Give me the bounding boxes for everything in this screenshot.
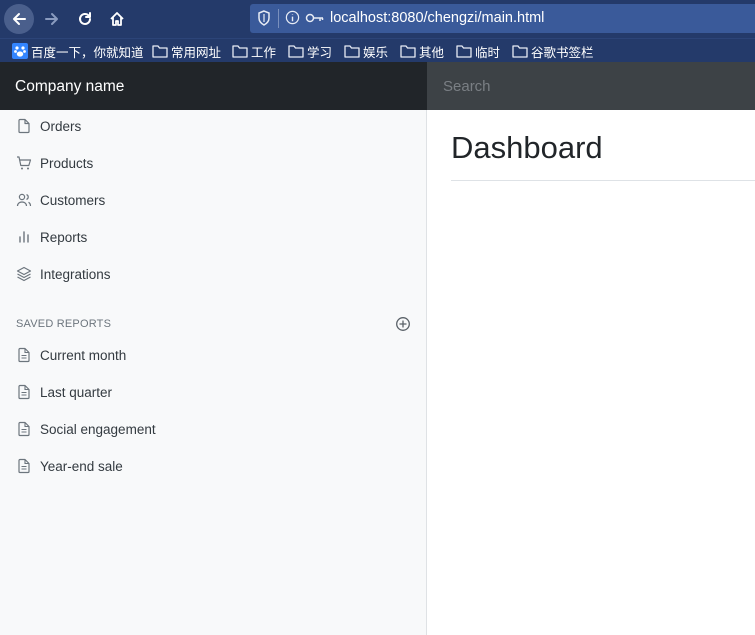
address-separator (278, 9, 279, 28)
sidebar-item-products[interactable]: Products (0, 149, 427, 177)
saved-report-last-quarter[interactable]: Last quarter (0, 378, 427, 406)
info-icon[interactable] (285, 10, 300, 25)
sidebar-item-label: Customers (40, 192, 106, 208)
sidebar-item-reports[interactable]: Reports (0, 223, 427, 251)
bar-chart-icon (16, 229, 32, 245)
forward-button[interactable] (37, 4, 67, 34)
bookmark-label: 娱乐 (363, 45, 389, 60)
bookmark-folder-entertainment[interactable]: 娱乐 (344, 42, 388, 60)
file-text-icon (16, 458, 32, 474)
saved-report-social-engagement[interactable]: Social engagement (0, 415, 427, 443)
sidebar-item-label: Reports (40, 229, 88, 245)
page-title: Dashboard (451, 130, 603, 165)
bookmark-folder-work[interactable]: 工作 (232, 42, 276, 60)
baidu-paw-icon (12, 43, 28, 59)
reload-icon (79, 12, 91, 25)
title-divider (451, 180, 755, 181)
back-button[interactable] (4, 4, 34, 34)
bookmark-label: 临时 (475, 45, 501, 60)
url-text[interactable]: localhost:8080/chengzi/main.html (330, 10, 544, 26)
saved-reports-heading: SAVED REPORTS (16, 318, 112, 330)
bookmark-folder-other[interactable]: 其他 (400, 42, 444, 60)
bookmark-label: 常用网址 (171, 45, 222, 60)
folder-icon (152, 45, 168, 58)
folder-icon (232, 45, 248, 58)
brand-name[interactable]: Company name (0, 62, 427, 110)
bookmark-folder-study[interactable]: 学习 (288, 42, 332, 60)
arrow-right-icon (45, 13, 58, 25)
sidebar-item-label: Integrations (40, 266, 111, 282)
arrow-left-icon (13, 13, 26, 25)
reload-button[interactable] (70, 4, 100, 34)
plus-circle-icon[interactable] (395, 316, 411, 332)
key-icon[interactable] (305, 11, 325, 25)
saved-report-label: Year-end sale (40, 458, 123, 474)
browser-toolbar: localhost:8080/chengzi/main.html (0, 0, 755, 38)
saved-report-year-end-sale[interactable]: Year-end sale (0, 452, 427, 480)
file-icon (16, 118, 32, 134)
shopping-cart-icon (16, 155, 32, 171)
folder-icon (456, 45, 472, 58)
search-input[interactable] (427, 62, 755, 110)
address-bar[interactable]: localhost:8080/chengzi/main.html (250, 4, 755, 33)
bookmark-folder-temp[interactable]: 临时 (456, 42, 500, 60)
folder-icon (344, 45, 360, 58)
sidebar-item-customers[interactable]: Customers (0, 186, 427, 214)
users-icon (16, 192, 32, 208)
file-text-icon (16, 347, 32, 363)
saved-report-label: Social engagement (40, 421, 156, 437)
saved-report-current-month[interactable]: Current month (0, 341, 427, 369)
home-icon (110, 12, 124, 26)
home-button[interactable] (102, 4, 132, 34)
bookmark-label: 学习 (307, 45, 333, 60)
sidebar-item-label: Orders (40, 118, 82, 134)
bookmark-label: 谷歌书签栏 (531, 45, 594, 60)
app-navbar: Company name (0, 62, 755, 110)
sidebar-item-orders[interactable]: Orders (0, 112, 427, 140)
file-text-icon (16, 421, 32, 437)
sidebar-item-label: Products (40, 155, 94, 171)
sidebar-item-integrations[interactable]: Integrations (0, 260, 427, 288)
folder-icon (512, 45, 528, 58)
bookmark-label: 其他 (419, 45, 445, 60)
saved-report-label: Last quarter (40, 384, 113, 400)
layers-icon (16, 266, 32, 282)
bookmark-folder-google[interactable]: 谷歌书签栏 (512, 42, 594, 60)
bookmark-label: 百度一下，你就知道 (31, 45, 144, 60)
saved-report-label: Current month (40, 347, 127, 363)
bookmark-baidu[interactable]: 百度一下，你就知道 (12, 42, 144, 60)
folder-icon (400, 45, 416, 58)
folder-icon (288, 45, 304, 58)
sidebar: Orders Products Customers Reports Integr… (0, 110, 427, 635)
file-text-icon (16, 384, 32, 400)
shield-icon[interactable] (257, 10, 271, 26)
bookmarks-bar: 百度一下，你就知道 常用网址 工作 学习 娱乐 其他 临时 谷歌书签栏 (0, 38, 755, 62)
bookmark-folder-common[interactable]: 常用网址 (152, 42, 221, 60)
bookmark-label: 工作 (251, 45, 277, 60)
